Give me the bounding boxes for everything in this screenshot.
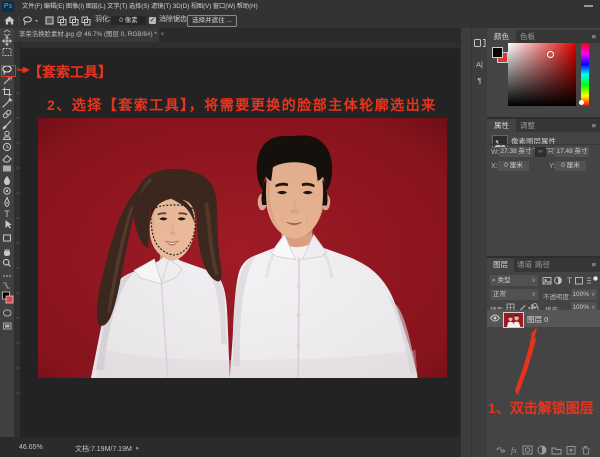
svg-text:T: T xyxy=(4,209,10,219)
svg-text:fx: fx xyxy=(511,446,517,455)
svg-text:A|: A| xyxy=(476,60,483,69)
svg-text:T: T xyxy=(567,276,572,286)
svg-text:¶: ¶ xyxy=(477,76,481,85)
